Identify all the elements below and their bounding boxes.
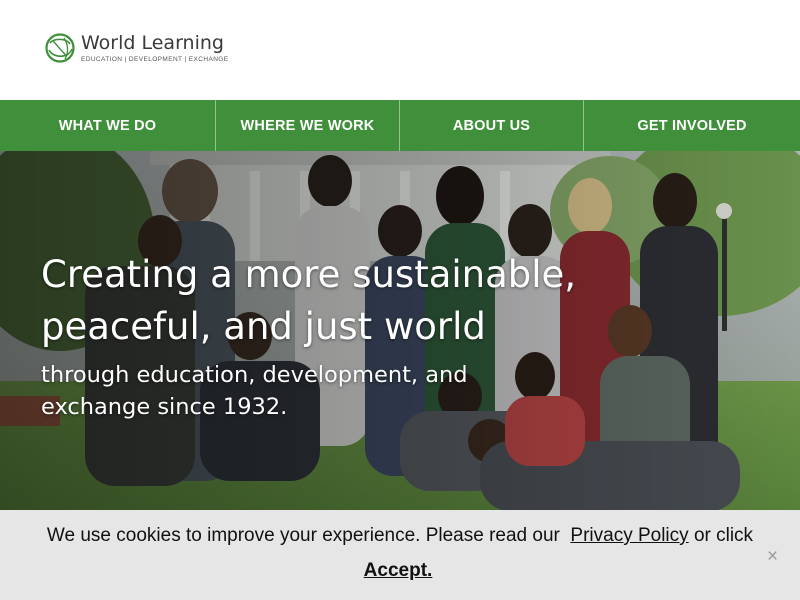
cookie-text-after: or click xyxy=(693,525,754,546)
logo-link[interactable]: World Learning EDUCATION | DEVELOPMENT |… xyxy=(44,32,228,64)
logo-tagline: EDUCATION | DEVELOPMENT | EXCHANGE xyxy=(81,56,229,63)
main-nav: WHAT WE DO WHERE WE WORK ABOUT US GET IN… xyxy=(0,100,800,151)
accept-cookies-link[interactable]: Accept. xyxy=(0,559,796,583)
site-header: World Learning EDUCATION | DEVELOPMENT |… xyxy=(0,0,800,100)
cookie-text-before: We use cookies to improve your experienc… xyxy=(46,525,560,546)
nav-item-where-we-work[interactable]: WHERE WE WORK xyxy=(216,100,400,151)
hero-subtitle: through education, development, and exch… xyxy=(41,362,468,420)
nav-item-about-us[interactable]: ABOUT US xyxy=(400,100,584,151)
nav-item-get-involved[interactable]: GET INVOLVED xyxy=(584,100,800,151)
cookie-message: We use cookies to improve your experienc… xyxy=(0,524,800,548)
cookie-banner: We use cookies to improve your experienc… xyxy=(0,510,800,600)
nav-item-what-we-do[interactable]: WHAT WE DO xyxy=(0,100,216,151)
logo-name: World Learning xyxy=(81,32,224,54)
hero-title: Creating a more sustainable, peaceful, a… xyxy=(41,253,577,348)
world-learning-logo-icon xyxy=(45,33,75,63)
privacy-policy-link[interactable]: Privacy Policy xyxy=(570,525,688,546)
close-icon[interactable]: × xyxy=(767,547,778,567)
